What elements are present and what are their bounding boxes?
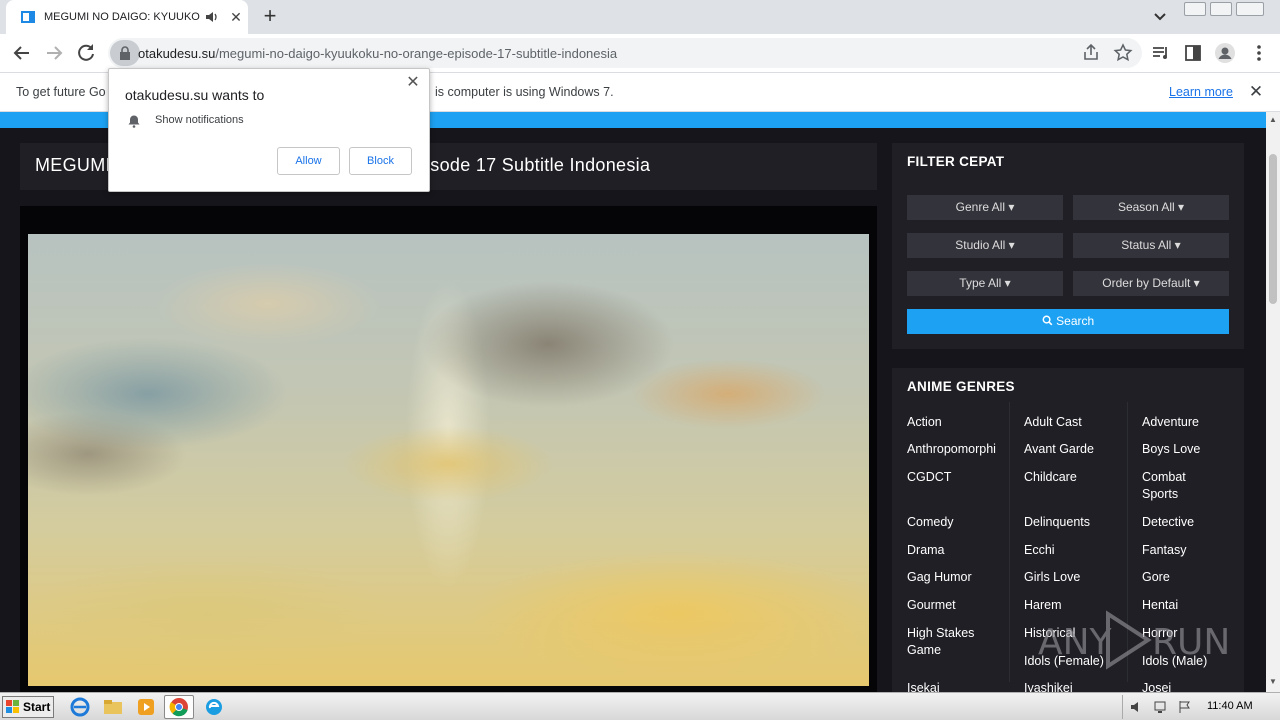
genre-link[interactable]: Iyashikei [1024,680,1136,692]
windows-taskbar: Start 11:40 AM [0,692,1280,720]
genre-link[interactable]: Girls Love [1024,569,1136,586]
genre-link[interactable]: Avant Garde [1024,441,1136,458]
status-filter-dropdown[interactable]: Status All ▾ [1073,233,1229,258]
watermark-left: ANY [1038,622,1113,663]
season-filter-dropdown[interactable]: Season All ▾ [1073,195,1229,220]
file-explorer-icon[interactable] [101,695,125,719]
new-tab-button[interactable]: + [258,5,282,29]
lock-icon [120,46,130,60]
url-text: otakudesu.su/megumi-no-daigo-kyuukoku-no… [138,46,618,61]
filter-widget: FILTER CEPAT Genre All ▾ Season All ▾ St… [892,143,1244,349]
internet-explorer-icon[interactable] [68,695,92,719]
genre-link[interactable]: High Stakes Game [907,625,987,659]
filter-search-button[interactable]: Search [907,309,1229,334]
episode-title-left: MEGUMI [35,155,111,175]
genre-link[interactable]: Boys Love [1142,441,1254,458]
browser-toolbar: otakudesu.su/megumi-no-daigo-kyuukoku-no… [0,34,1280,72]
chrome-icon [169,698,188,717]
scroll-down-arrow-icon[interactable]: ▼ [1269,678,1277,686]
volume-icon[interactable] [1129,699,1145,715]
browser-tab[interactable]: MEGUMI NO DAIGO: KYUUKOKU ✕ [6,0,248,34]
search-button-label: Search [1056,314,1095,328]
genre-link[interactable]: Adult Cast [1024,414,1136,431]
infobar-close-icon[interactable]: ✕ [1247,83,1265,101]
genre-link[interactable]: CGDCT [907,469,1019,486]
genre-link[interactable]: Ecchi [1024,542,1136,559]
genre-link[interactable]: Comedy [907,514,1019,531]
watermark-right: RUN [1152,622,1230,663]
start-button[interactable]: Start [2,696,54,718]
restore-button[interactable] [1210,2,1232,16]
edge-icon[interactable] [202,695,226,719]
chrome-taskbar-button[interactable] [164,695,194,719]
genre-link[interactable]: Isekai [907,680,1019,692]
forward-arrow-icon[interactable] [42,41,66,65]
genre-link[interactable]: Anthropomorphi [907,441,1011,458]
infobar-text-right: is computer is using Windows 7. [435,85,614,99]
address-bar[interactable]: otakudesu.su/megumi-no-daigo-kyuukoku-no… [108,38,1142,68]
video-frame[interactable] [28,234,869,686]
play-logo-icon [1106,610,1152,670]
chevron-down-icon[interactable] [1150,8,1170,26]
genre-link[interactable]: Childcare [1024,469,1136,486]
site-favicon-icon [21,11,35,23]
bell-icon [128,115,140,128]
genre-filter-dropdown[interactable]: Genre All ▾ [907,195,1063,220]
side-panel-icon[interactable] [1182,42,1204,64]
reload-icon[interactable] [74,41,98,65]
genre-link[interactable]: Gag Humor [907,569,1019,586]
filter-title: FILTER CEPAT [907,154,1005,169]
network-icon[interactable] [1153,699,1169,715]
back-arrow-icon[interactable] [10,41,34,65]
scrollbar-thumb[interactable] [1269,154,1277,304]
dialog-close-icon[interactable]: ✕ [405,75,421,91]
permission-label: Show notifications [155,114,244,126]
permission-title: otakudesu.su wants to [125,87,265,103]
genre-link[interactable]: Gore [1142,569,1254,586]
menu-kebab-icon[interactable] [1248,42,1270,64]
order-filter-dropdown[interactable]: Order by Default ▾ [1073,271,1229,296]
video-player[interactable] [20,206,877,692]
genre-link[interactable]: Drama [907,542,1019,559]
scroll-up-arrow-icon[interactable]: ▲ [1269,116,1277,124]
studio-filter-dropdown[interactable]: Studio All ▾ [907,233,1063,258]
close-window-button[interactable] [1236,2,1264,16]
genre-link[interactable]: Gourmet [907,597,1019,614]
genre-link[interactable]: Detective [1142,514,1254,531]
allow-button[interactable]: Allow [277,147,340,175]
tab-strip: MEGUMI NO DAIGO: KYUUKOKU ✕ + [0,0,1280,34]
system-tray [1122,695,1280,719]
genres-title: ANIME GENRES [907,379,1015,394]
type-filter-dropdown[interactable]: Type All ▾ [907,271,1063,296]
taskbar-clock: 11:40 AM [1207,700,1253,712]
profile-avatar-icon[interactable] [1214,42,1236,64]
bookmark-star-icon[interactable] [1112,42,1134,64]
genre-link[interactable]: Fantasy [1142,542,1254,559]
media-control-icon[interactable] [1150,42,1172,64]
windows-logo-icon [6,700,19,713]
action-center-flag-icon[interactable] [1177,699,1193,715]
episode-title-right: isode 17 Subtitle Indonesia [426,155,651,175]
speaker-icon[interactable] [204,9,220,25]
infobar-text-left: To get future Go [16,85,106,99]
site-info-button[interactable] [110,40,140,66]
page-scrollbar[interactable]: ▲ ▼ [1266,112,1280,692]
genre-link[interactable]: Josei [1142,680,1254,692]
genre-link[interactable]: Delinquents [1024,514,1136,531]
start-label: Start [23,700,51,714]
web-page: MEGUMI isode 17 Subtitle Indonesia FILTE… [0,112,1266,692]
tab-close-icon[interactable]: ✕ [228,9,244,25]
notification-permission-dialog: otakudesu.su wants to ✕ Show notificatio… [108,68,430,192]
tab-title: MEGUMI NO DAIGO: KYUUKOKU [44,11,200,23]
block-button[interactable]: Block [349,147,412,175]
learn-more-link[interactable]: Learn more [1169,85,1233,99]
share-icon[interactable] [1080,42,1102,64]
genre-link[interactable]: Adventure [1142,414,1254,431]
genre-link[interactable]: Action [907,414,1019,431]
media-player-icon[interactable] [134,695,158,719]
anyrun-watermark: ANY RUN [1038,610,1230,670]
genre-link[interactable]: Combat Sports [1142,469,1212,503]
search-icon [1042,315,1053,326]
minimize-button[interactable] [1184,2,1206,16]
